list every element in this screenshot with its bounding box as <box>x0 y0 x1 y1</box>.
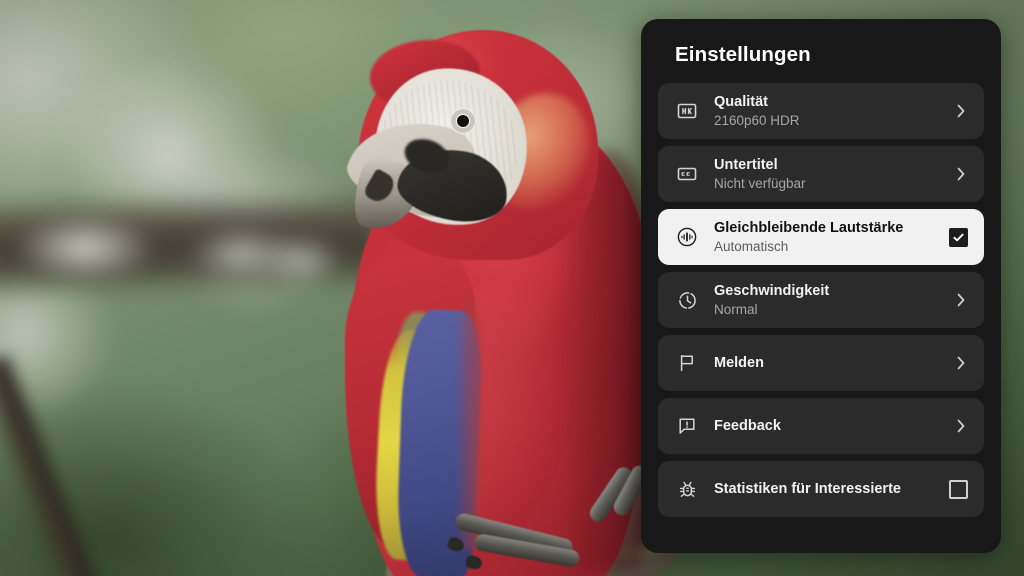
settings-item-value: Normal <box>714 301 758 317</box>
feedback-bubble-icon <box>671 410 703 442</box>
flag-icon <box>671 347 703 379</box>
settings-menu-list: Qualität 2160p60 HDR Untertitel Nicht ve… <box>658 83 984 517</box>
settings-item-text: Geschwindigkeit Normal <box>714 282 946 319</box>
stable-volume-checkbox[interactable] <box>949 227 968 247</box>
settings-item-text: Statistiken für Interessierte <box>714 480 941 498</box>
clock-speed-icon <box>671 284 703 316</box>
settings-item-value: Nicht verfügbar <box>714 175 806 191</box>
settings-item-label: Untertitel <box>714 156 778 173</box>
chevron-right-icon <box>954 101 968 121</box>
chevron-right-icon <box>954 416 968 436</box>
stats-for-nerds-checkbox[interactable] <box>949 479 968 499</box>
settings-item-speed[interactable]: Geschwindigkeit Normal <box>658 272 984 328</box>
settings-item-quality[interactable]: Qualität 2160p60 HDR <box>658 83 984 139</box>
bug-stats-icon <box>671 473 703 505</box>
settings-item-feedback[interactable]: Feedback <box>658 398 984 454</box>
settings-item-value: Automatisch <box>714 238 789 254</box>
settings-item-text: Untertitel Nicht verfügbar <box>714 156 946 193</box>
settings-item-subtitles[interactable]: Untertitel Nicht verfügbar <box>658 146 984 202</box>
settings-item-label: Melden <box>714 355 764 371</box>
settings-item-text: Qualität 2160p60 HDR <box>714 93 946 130</box>
stable-volume-icon <box>671 221 703 253</box>
settings-item-label: Feedback <box>714 418 781 434</box>
settings-item-stable-volume[interactable]: Gleichbleibende Lautstärke Automatisch <box>658 209 984 265</box>
settings-item-text: Gleichbleibende Lautstärke Automatisch <box>714 219 941 256</box>
settings-item-label: Statistiken für Interessierte <box>714 481 901 497</box>
settings-item-text: Melden <box>714 354 946 372</box>
page-title: Einstellungen <box>675 43 811 66</box>
chevron-right-icon <box>954 164 968 184</box>
settings-panel: Einstellungen Qualität 2160p60 HDR Unter… <box>641 19 1001 553</box>
settings-item-report[interactable]: Melden <box>658 335 984 391</box>
chevron-right-icon <box>954 353 968 373</box>
settings-item-label: Qualität <box>714 93 768 110</box>
closed-captions-icon <box>671 158 703 190</box>
settings-item-stats-for-nerds[interactable]: Statistiken für Interessierte <box>658 461 984 517</box>
settings-item-label: Geschwindigkeit <box>714 282 830 299</box>
4k-quality-icon <box>671 95 703 127</box>
settings-item-label: Gleichbleibende Lautstärke <box>714 219 904 236</box>
settings-item-value: 2160p60 HDR <box>714 112 800 128</box>
chevron-right-icon <box>954 290 968 310</box>
settings-item-text: Feedback <box>714 417 946 435</box>
